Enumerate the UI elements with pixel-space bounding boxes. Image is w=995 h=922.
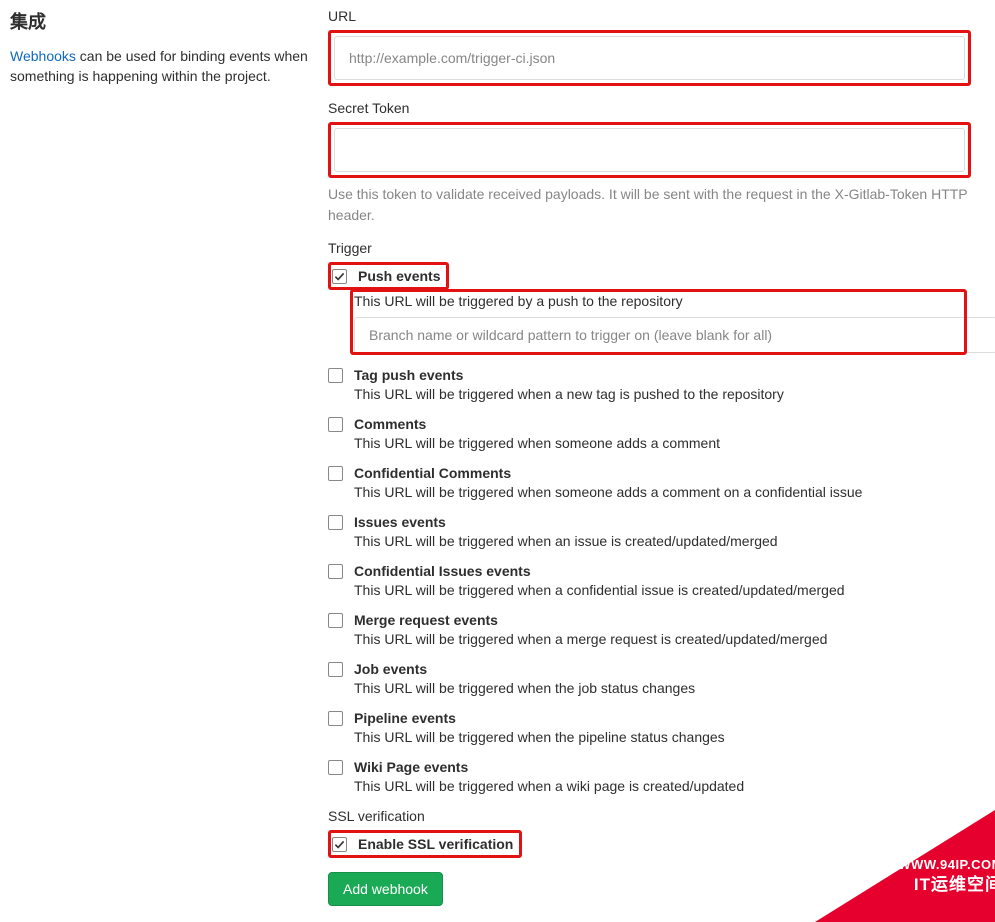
trigger-label-tag: Tag push events xyxy=(354,367,463,383)
trigger-label-wiki: Wiki Page events xyxy=(354,759,468,775)
trigger-label-push: Push events xyxy=(358,268,440,284)
ssl-checkbox-label: Enable SSL verification xyxy=(358,836,513,852)
trigger-label-comments: Comments xyxy=(354,416,426,432)
checkbox-pipeline[interactable] xyxy=(328,711,343,726)
trigger-desc-pipeline: This URL will be triggered when the pipe… xyxy=(354,729,971,745)
checkmark-icon xyxy=(334,839,345,850)
sidebar-title: 集成 xyxy=(10,8,308,34)
trigger-item-ccomments: Confidential Comments This URL will be tr… xyxy=(328,465,971,500)
secret-label: Secret Token xyxy=(328,100,971,116)
checkbox-push[interactable] xyxy=(332,269,347,284)
trigger-item-comments: Comments This URL will be triggered when … xyxy=(328,416,971,451)
watermark-text: WWW.94IP.COM IT运维空间 xyxy=(898,857,995,896)
checkbox-job[interactable] xyxy=(328,662,343,677)
webhooks-link[interactable]: Webhooks xyxy=(10,48,76,64)
trigger-item-cissues: Confidential Issues events This URL will … xyxy=(328,563,971,598)
trigger-label-issues: Issues events xyxy=(354,514,446,530)
trigger-desc-push: This URL will be triggered by a push to … xyxy=(354,293,971,309)
highlight-ssl: Enable SSL verification xyxy=(328,830,522,858)
trigger-desc-cissues: This URL will be triggered when a confid… xyxy=(354,582,971,598)
checkbox-tag[interactable] xyxy=(328,368,343,383)
webhook-form: URL Secret Token Use this token to valid… xyxy=(328,8,985,906)
trigger-row-comments[interactable]: Comments xyxy=(328,416,971,432)
sidebar: 集成 Webhooks can be used for binding even… xyxy=(10,8,328,87)
trigger-section: Trigger Push events This URL will be trig… xyxy=(328,240,971,794)
trigger-desc-tag: This URL will be triggered when a new ta… xyxy=(354,386,971,402)
trigger-row-issues[interactable]: Issues events xyxy=(328,514,971,530)
checkbox-ccomments[interactable] xyxy=(328,466,343,481)
trigger-item-issues: Issues events This URL will be triggered … xyxy=(328,514,971,549)
trigger-label-cissues: Confidential Issues events xyxy=(354,563,531,579)
trigger-item-pipeline: Pipeline events This URL will be triggere… xyxy=(328,710,971,745)
trigger-row-wiki[interactable]: Wiki Page events xyxy=(328,759,971,775)
trigger-row-push[interactable]: Push events xyxy=(332,268,440,284)
sidebar-desc: Webhooks can be used for binding events … xyxy=(10,46,308,87)
checkmark-icon xyxy=(334,271,345,282)
trigger-item-wiki: Wiki Page events This URL will be trigger… xyxy=(328,759,971,794)
checkbox-issues[interactable] xyxy=(328,515,343,530)
secret-section: Secret Token Use this token to validate … xyxy=(328,100,971,226)
checkbox-comments[interactable] xyxy=(328,417,343,432)
trigger-desc-comments: This URL will be triggered when someone … xyxy=(354,435,971,451)
trigger-row-pipeline[interactable]: Pipeline events xyxy=(328,710,971,726)
trigger-label-mr: Merge request events xyxy=(354,612,498,628)
highlight-secret xyxy=(328,122,971,178)
trigger-item-mr: Merge request events This URL will be tri… xyxy=(328,612,971,647)
branch-pattern-input[interactable] xyxy=(354,317,995,353)
trigger-row-mr[interactable]: Merge request events xyxy=(328,612,971,628)
trigger-label-job: Job events xyxy=(354,661,427,677)
checkbox-cissues[interactable] xyxy=(328,564,343,579)
trigger-item-tag: Tag push events This URL will be triggere… xyxy=(328,367,971,402)
trigger-row-ccomments[interactable]: Confidential Comments xyxy=(328,465,971,481)
trigger-row-cissues[interactable]: Confidential Issues events xyxy=(328,563,971,579)
checkbox-ssl[interactable] xyxy=(332,837,347,852)
ssl-row[interactable]: Enable SSL verification xyxy=(332,836,513,852)
trigger-desc-wiki: This URL will be triggered when a wiki p… xyxy=(354,778,971,794)
trigger-desc-job: This URL will be triggered when the job … xyxy=(354,680,971,696)
trigger-label-pipeline: Pipeline events xyxy=(354,710,456,726)
checkbox-wiki[interactable] xyxy=(328,760,343,775)
trigger-label-ccomments: Confidential Comments xyxy=(354,465,511,481)
checkbox-mr[interactable] xyxy=(328,613,343,628)
trigger-desc-mr: This URL will be triggered when a merge … xyxy=(354,631,971,647)
highlight-url xyxy=(328,30,971,86)
trigger-row-tag[interactable]: Tag push events xyxy=(328,367,971,383)
trigger-desc-ccomments: This URL will be triggered when someone … xyxy=(354,484,971,500)
trigger-label: Trigger xyxy=(328,240,971,256)
url-input[interactable] xyxy=(334,36,965,80)
url-section: URL xyxy=(328,8,971,86)
trigger-row-job[interactable]: Job events xyxy=(328,661,971,677)
trigger-item-job: Job events This URL will be triggered whe… xyxy=(328,661,971,696)
url-label: URL xyxy=(328,8,971,24)
highlight-push: Push events xyxy=(328,262,449,290)
trigger-item-push: Push events This URL will be triggered by… xyxy=(328,262,971,353)
secret-help: Use this token to validate received payl… xyxy=(328,184,971,226)
add-webhook-button[interactable]: Add webhook xyxy=(328,872,443,906)
secret-input[interactable] xyxy=(334,128,965,172)
trigger-desc-issues: This URL will be triggered when an issue… xyxy=(354,533,971,549)
